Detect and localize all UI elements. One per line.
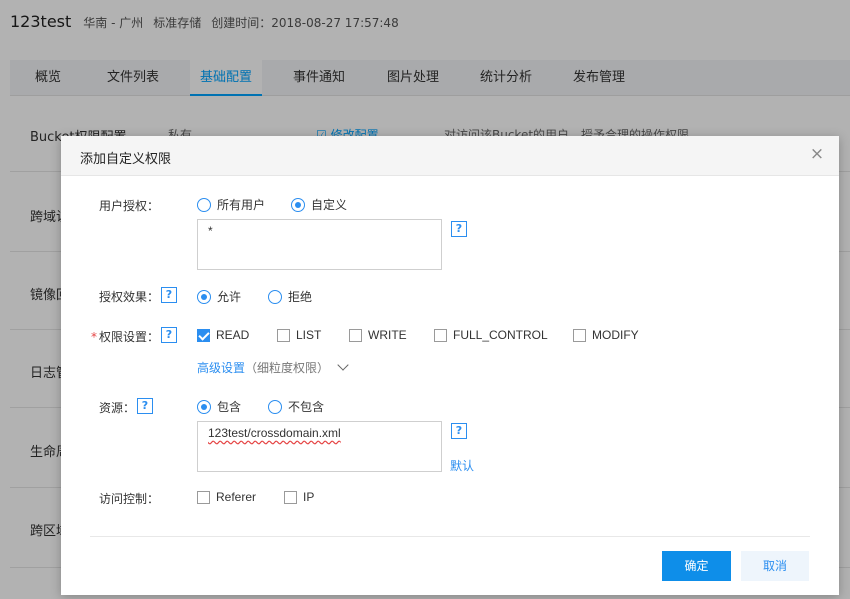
checkbox-box — [434, 328, 447, 342]
radio-label: 不包含 — [288, 400, 325, 414]
radio-dot — [268, 289, 282, 304]
resource-default-link[interactable]: 默认 — [450, 457, 474, 474]
checkbox-ip[interactable]: IP — [284, 490, 314, 504]
permission-help-icon[interactable]: ? — [161, 327, 177, 343]
checkbox-box — [277, 328, 290, 342]
close-icon[interactable]: × — [809, 145, 825, 163]
radio-custom-user[interactable]: 自定义 — [291, 196, 347, 213]
permission-label: * 权限设置： — [91, 328, 159, 345]
dialog-footer-divider — [90, 536, 810, 537]
access-control-label: 访问控制： — [99, 492, 160, 506]
checkbox-box — [284, 490, 297, 504]
radio-allow[interactable]: 允许 — [197, 288, 241, 305]
add-custom-permission-dialog: 添加自定义权限 × 用户授权： 所有用户 自定义 * ? 授权效果： ? 允许 … — [61, 136, 839, 595]
radio-dot — [291, 197, 305, 212]
checkbox-label: LIST — [296, 328, 322, 342]
radio-label: 包含 — [217, 400, 242, 414]
resource-label: 资源： — [99, 401, 136, 415]
radio-include[interactable]: 包含 — [197, 398, 241, 415]
dialog-title: 添加自定义权限 — [80, 152, 172, 167]
radio-dot — [268, 399, 282, 414]
radio-label: 所有用户 — [217, 198, 266, 212]
radio-label: 允许 — [217, 290, 242, 304]
checkbox-list[interactable]: LIST — [277, 328, 321, 342]
resource-help-icon-2[interactable]: ? — [451, 423, 467, 439]
cancel-button[interactable]: 取消 — [741, 551, 809, 581]
radio-dot — [197, 399, 211, 414]
confirm-button[interactable]: 确定 — [662, 551, 731, 581]
radio-deny[interactable]: 拒绝 — [268, 288, 312, 305]
checkbox-box — [197, 328, 210, 342]
dialog-header: 添加自定义权限 × — [61, 136, 839, 176]
checkbox-read[interactable]: READ — [197, 328, 249, 342]
user-auth-label: 用户授权： — [99, 199, 160, 213]
checkbox-label: Referer — [216, 490, 257, 504]
checkbox-box — [573, 328, 586, 342]
checkbox-write[interactable]: WRITE — [349, 328, 407, 342]
advanced-settings-link[interactable]: 高级设置（细粒度权限） — [197, 359, 349, 376]
chevron-down-icon — [337, 359, 349, 371]
required-mark: * — [91, 330, 97, 344]
radio-dot — [197, 197, 211, 212]
user-auth-input[interactable]: * — [197, 219, 442, 270]
user-auth-help-icon[interactable]: ? — [451, 221, 467, 237]
permission-label-text: 权限设置： — [99, 330, 160, 344]
resource-help-icon[interactable]: ? — [137, 398, 153, 414]
checkbox-label: FULL_CONTROL — [453, 328, 548, 342]
radio-dot — [197, 289, 211, 304]
checkbox-label: WRITE — [368, 328, 407, 342]
checkbox-box — [197, 490, 210, 504]
radio-all-users[interactable]: 所有用户 — [197, 196, 265, 213]
checkbox-label: IP — [303, 490, 315, 504]
radio-label: 拒绝 — [288, 290, 313, 304]
checkbox-full-control[interactable]: FULL_CONTROL — [434, 328, 548, 342]
resource-input[interactable]: 123test/crossdomain.xml — [197, 421, 442, 472]
effect-label: 授权效果： — [99, 290, 160, 304]
checkbox-label: READ — [216, 328, 250, 342]
checkbox-label: MODIFY — [592, 328, 639, 342]
checkbox-box — [349, 328, 362, 342]
checkbox-modify[interactable]: MODIFY — [573, 328, 639, 342]
radio-exclude[interactable]: 不包含 — [268, 398, 324, 415]
checkbox-referer[interactable]: Referer — [197, 490, 256, 504]
radio-label: 自定义 — [311, 198, 348, 212]
effect-help-icon[interactable]: ? — [161, 287, 177, 303]
